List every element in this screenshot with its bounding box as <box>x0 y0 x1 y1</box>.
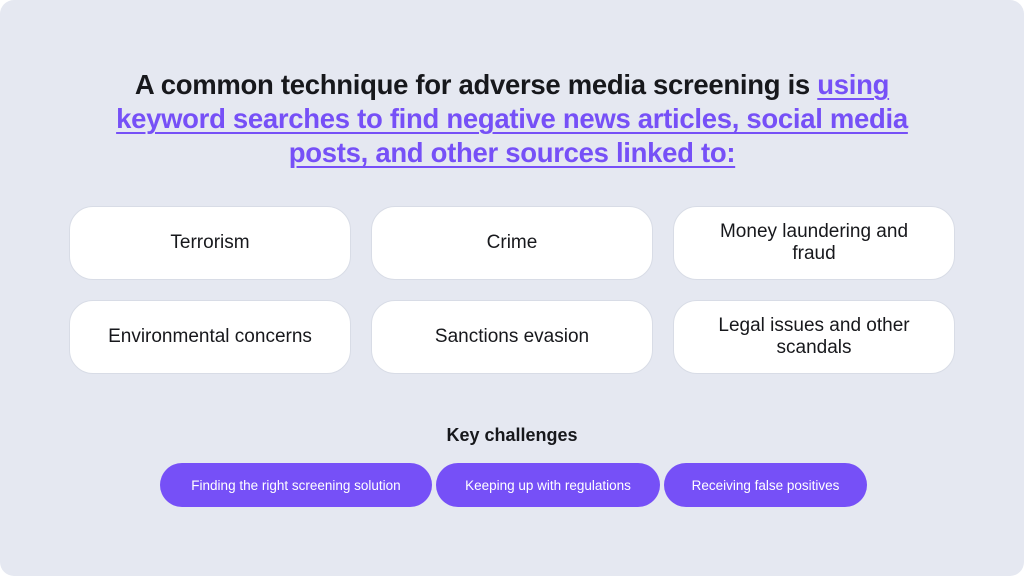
challenge-pill-regulations: Keeping up with regulations <box>436 463 660 507</box>
category-card-sanctions: Sanctions evasion <box>371 300 653 374</box>
category-card-money-laundering: Money laundering and fraud <box>673 206 955 280</box>
category-card-environmental: Environmental concerns <box>69 300 351 374</box>
challenge-pill-false-positives: Receiving false positives <box>664 463 867 507</box>
challenges-title: Key challenges <box>446 425 578 445</box>
headline-text: A common technique for adverse media scr… <box>134 69 818 100</box>
category-card-terrorism: Terrorism <box>69 206 351 280</box>
challenges-list: Finding the right screening solution Kee… <box>160 463 867 507</box>
infographic-canvas: A common technique for adverse media scr… <box>0 0 1024 576</box>
challenge-pill-screening-solution: Finding the right screening solution <box>160 463 432 507</box>
category-card-crime: Crime <box>371 206 653 280</box>
category-card-legal: Legal issues and other scandals <box>673 300 955 374</box>
headline: A common technique for adverse media scr… <box>112 68 912 170</box>
category-grid: Terrorism Crime Money laundering and fra… <box>69 206 955 374</box>
